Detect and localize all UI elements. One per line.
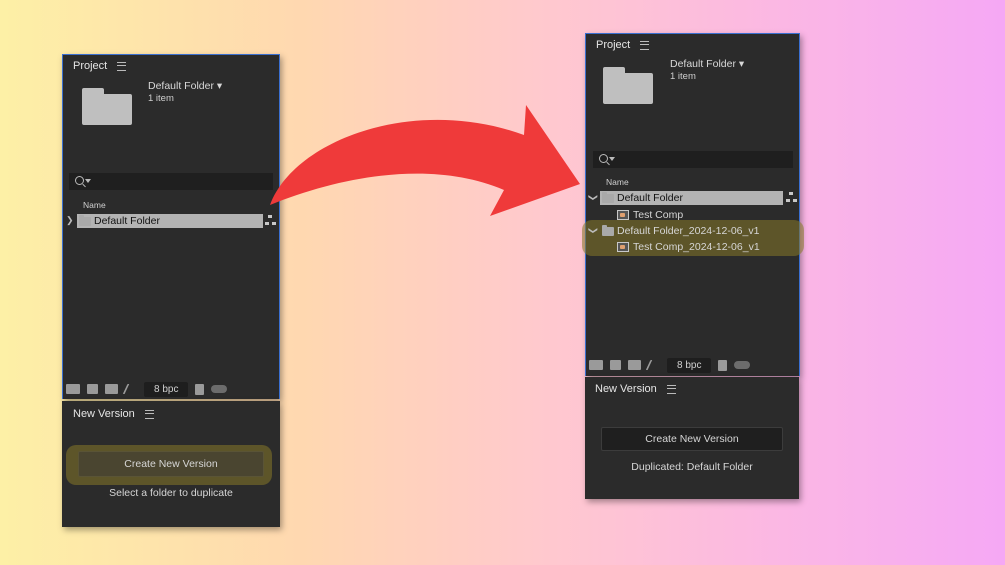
left-new-version-panel: New Version Create New Version Select a … xyxy=(62,401,280,527)
create-new-version-button[interactable]: Create New Version xyxy=(601,427,783,451)
folder-icon xyxy=(602,191,614,203)
left-new-version-header: New Version xyxy=(73,408,154,420)
red-arrow xyxy=(270,105,580,216)
right-project-panel: Project Default Folder ▾ 1 item Name ❯ D… xyxy=(582,33,804,376)
item-count: 1 item xyxy=(670,71,696,82)
status-text: Duplicated: Default Folder xyxy=(631,461,753,473)
create-new-version-button[interactable]: Create New Version xyxy=(78,451,264,477)
folder-name-dropdown[interactable]: Default Folder ▾ xyxy=(670,58,744,70)
row-label: Default Folder_2024-12-06_v1 xyxy=(617,225,760,237)
folder-icon xyxy=(79,214,91,226)
panel-title: New Version xyxy=(73,408,135,420)
flowchart-icon[interactable] xyxy=(786,192,797,203)
panel-title: New Version xyxy=(595,383,657,395)
item-count: 1 item xyxy=(148,93,174,104)
chevron-down-icon xyxy=(85,179,91,183)
folder-name-dropdown[interactable]: Default Folder ▾ xyxy=(148,80,222,92)
panel-title: Project xyxy=(596,39,631,51)
project-toolbar: 8 bpc xyxy=(589,356,751,374)
new-folder-icon[interactable] xyxy=(610,360,621,370)
panel-menu-icon[interactable] xyxy=(144,409,154,419)
right-project-header: Project xyxy=(596,39,650,51)
chevron-down-icon xyxy=(609,157,615,161)
column-header-name[interactable]: Name xyxy=(606,177,629,187)
new-folder-icon[interactable] xyxy=(87,384,98,394)
new-composition-icon[interactable] xyxy=(105,384,118,394)
interpret-footage-icon[interactable] xyxy=(66,384,80,394)
trash-icon[interactable] xyxy=(195,383,205,395)
search-icon xyxy=(75,176,84,185)
search-input[interactable] xyxy=(69,173,273,190)
row-label: Default Folder xyxy=(617,192,683,204)
panel-title: Project xyxy=(73,60,108,72)
row-label: Test Comp_2024-12-06_v1 xyxy=(633,241,760,253)
composition-icon xyxy=(617,242,629,252)
column-header-name[interactable]: Name xyxy=(83,200,106,210)
collapse-arrow-icon[interactable]: ❯ xyxy=(587,227,598,235)
list-item-default-folder[interactable]: Default Folder xyxy=(77,214,263,228)
expand-arrow-icon[interactable]: ❯ xyxy=(66,215,74,226)
row-label: Default Folder xyxy=(94,215,160,227)
search-icon xyxy=(599,154,608,163)
right-new-version-panel: New Version Create New Version Duplicate… xyxy=(585,377,799,499)
right-new-version-header: New Version xyxy=(595,383,676,395)
interpret-footage-icon[interactable] xyxy=(589,360,603,370)
bit-depth-button[interactable]: 8 bpc xyxy=(667,357,712,373)
left-project-panel: Project Default Folder ▾ 1 item Name ❯ D… xyxy=(62,54,280,399)
composition-icon xyxy=(617,210,629,220)
list-item-test-comp-v1[interactable]: Test Comp_2024-12-06_v1 xyxy=(617,240,787,254)
trash-icon[interactable] xyxy=(718,359,728,371)
new-composition-icon[interactable] xyxy=(628,360,641,370)
collapse-arrow-icon[interactable]: ❯ xyxy=(587,194,598,202)
project-toolbar: 8 bpc xyxy=(66,380,228,398)
folder-icon xyxy=(602,224,614,236)
list-item-default-folder-v1[interactable]: Default Folder_2024-12-06_v1 xyxy=(600,224,785,238)
render-queue-icon[interactable] xyxy=(122,384,140,394)
panel-menu-icon[interactable] xyxy=(640,40,650,50)
left-project-header: Project xyxy=(73,60,127,72)
status-text: Select a folder to duplicate xyxy=(109,487,233,499)
render-queue-icon[interactable] xyxy=(645,360,663,370)
panel-menu-icon[interactable] xyxy=(666,384,676,394)
panel-menu-icon[interactable] xyxy=(117,61,127,71)
bit-depth-button[interactable]: 8 bpc xyxy=(144,381,189,397)
search-input[interactable] xyxy=(593,151,793,168)
toggle-switch[interactable] xyxy=(734,361,751,369)
list-item-default-folder[interactable]: Default Folder xyxy=(600,191,783,205)
toggle-switch[interactable] xyxy=(211,385,228,393)
